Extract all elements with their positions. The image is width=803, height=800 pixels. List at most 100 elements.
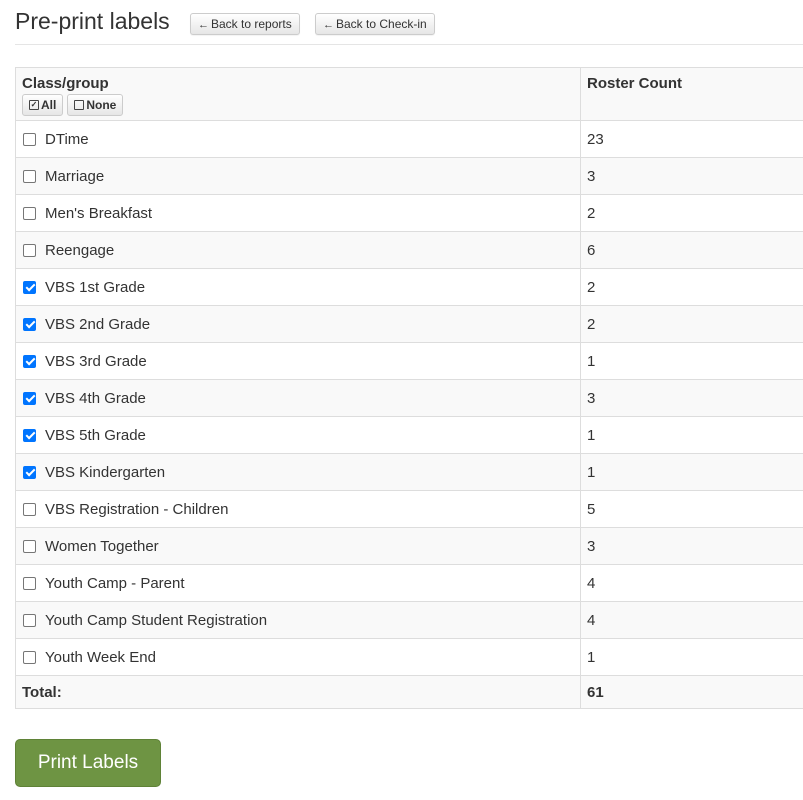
class-group-checkbox[interactable] (23, 465, 36, 479)
class-group-name: VBS 2nd Grade (45, 315, 151, 333)
select-none-label: None (86, 98, 117, 112)
roster-count-cell: 6 (580, 231, 803, 269)
class-group-cell: Youth Camp Student Registration (15, 601, 581, 639)
class-group-cell: Youth Week End (15, 638, 581, 676)
roster-count-cell: 1 (580, 416, 803, 454)
class-group-checkbox[interactable] (23, 206, 36, 220)
table-row: Youth Camp Student Registration 4 (15, 601, 803, 639)
table-row: Marriage 3 (15, 157, 803, 195)
class-group-cell: VBS 3rd Grade (15, 342, 581, 380)
back-to-reports-button[interactable]: ← Back to reports (190, 13, 300, 35)
select-none-button[interactable]: None (67, 94, 124, 116)
table-row: Youth Week End 1 (15, 638, 803, 676)
roster-count-cell: 4 (580, 601, 803, 639)
class-group-cell: VBS 2nd Grade (15, 305, 581, 343)
table-row: Reengage 6 (15, 231, 803, 269)
page-title: Pre-print labels (15, 8, 170, 34)
roster-count-cell: 2 (580, 268, 803, 306)
class-group-cell: VBS 1st Grade (15, 268, 581, 306)
class-group-option[interactable]: Men's Breakfast (22, 205, 574, 222)
class-group-name: VBS Registration - Children (45, 500, 229, 518)
table-row: VBS 4th Grade 3 (15, 379, 803, 417)
class-group-checkbox[interactable] (23, 243, 36, 257)
class-group-option[interactable]: Youth Camp Student Registration (22, 612, 574, 629)
roster-count-cell: 1 (580, 342, 803, 380)
class-group-checkbox[interactable] (23, 132, 36, 146)
arrow-left-icon: ← (198, 19, 209, 31)
class-group-checkbox[interactable] (23, 502, 36, 516)
table-header-row: Class/group ✓ All None Roster Count (15, 67, 803, 121)
column-header-roster-count: Roster Count (580, 67, 803, 121)
table-row: Men's Breakfast 2 (15, 194, 803, 232)
class-group-option[interactable]: VBS 4th Grade (22, 390, 574, 407)
class-group-checkbox[interactable] (23, 317, 36, 331)
class-group-option[interactable]: VBS Registration - Children (22, 501, 574, 518)
class-group-checkbox[interactable] (23, 354, 36, 368)
class-group-name: VBS 5th Grade (45, 426, 146, 444)
checked-square-icon: ✓ (29, 100, 39, 110)
class-group-cell: Marriage (15, 157, 581, 195)
class-group-option[interactable]: Women Together (22, 538, 574, 555)
class-group-option[interactable]: VBS 2nd Grade (22, 316, 574, 333)
class-group-cell: VBS 5th Grade (15, 416, 581, 454)
total-label: Total: (15, 675, 581, 709)
class-group-option[interactable]: Youth Week End (22, 649, 574, 666)
class-group-name: VBS 1st Grade (45, 278, 146, 296)
back-to-checkin-button[interactable]: ← Back to Check-in (315, 13, 435, 35)
roster-count-cell: 23 (580, 120, 803, 158)
class-group-option[interactable]: VBS 3rd Grade (22, 353, 574, 370)
class-group-name: Women Together (45, 537, 159, 555)
class-group-option[interactable]: DTime (22, 131, 574, 148)
class-group-name: VBS 3rd Grade (45, 352, 147, 370)
class-group-checkbox[interactable] (23, 169, 36, 183)
table-row: Women Together 3 (15, 527, 803, 565)
class-group-cell: VBS Kindergarten (15, 453, 581, 491)
class-group-option[interactable]: Reengage (22, 242, 574, 259)
table-row: Youth Camp - Parent 4 (15, 564, 803, 602)
total-value: 61 (580, 675, 803, 709)
selection-buttons: ✓ All None (22, 94, 574, 116)
class-group-name: Marriage (45, 167, 105, 185)
class-group-checkbox[interactable] (23, 576, 36, 590)
class-group-option[interactable]: Youth Camp - Parent (22, 575, 574, 592)
class-group-option[interactable]: VBS 5th Grade (22, 427, 574, 444)
empty-square-icon (74, 100, 85, 110)
table-row: VBS 2nd Grade 2 (15, 305, 803, 343)
class-group-option[interactable]: Marriage (22, 168, 574, 185)
roster-count-cell: 1 (580, 453, 803, 491)
class-group-name: Youth Camp - Parent (45, 574, 185, 592)
class-group-name: VBS Kindergarten (45, 463, 166, 481)
class-group-cell: Youth Camp - Parent (15, 564, 581, 602)
column-header-label: Class/group (22, 75, 109, 92)
class-group-checkbox[interactable] (23, 428, 36, 442)
table-row: VBS 5th Grade 1 (15, 416, 803, 454)
class-group-checkbox[interactable] (23, 613, 36, 627)
class-group-cell: Men's Breakfast (15, 194, 581, 232)
class-group-checkbox[interactable] (23, 650, 36, 664)
class-group-checkbox[interactable] (23, 539, 36, 553)
column-header-class-group: Class/group ✓ All None (15, 67, 581, 121)
class-group-option[interactable]: VBS Kindergarten (22, 464, 574, 481)
class-group-cell: DTime (15, 120, 581, 158)
class-group-name: Men's Breakfast (45, 204, 153, 222)
back-to-checkin-label: Back to Check-in (336, 17, 427, 31)
class-group-option[interactable]: VBS 1st Grade (22, 279, 574, 296)
select-all-button[interactable]: ✓ All (22, 94, 64, 116)
class-group-name: VBS 4th Grade (45, 389, 146, 407)
roster-count-cell: 1 (580, 638, 803, 676)
roster-count-cell: 2 (580, 305, 803, 343)
select-all-label: All (41, 98, 57, 112)
arrow-left-icon: ← (323, 19, 334, 31)
class-group-table: Class/group ✓ All None Roster Count DTim… (15, 67, 803, 709)
class-group-cell: VBS 4th Grade (15, 379, 581, 417)
table-row: VBS 3rd Grade 1 (15, 342, 803, 380)
back-to-reports-label: Back to reports (211, 17, 292, 31)
roster-count-cell: 5 (580, 490, 803, 528)
page-header: Pre-print labels ← Back to reports ← Back … (15, 0, 803, 45)
table-row: DTime 23 (15, 120, 803, 158)
class-group-checkbox[interactable] (23, 391, 36, 405)
class-group-checkbox[interactable] (23, 280, 36, 294)
print-labels-button[interactable]: Print Labels (15, 739, 161, 787)
roster-count-cell: 4 (580, 564, 803, 602)
roster-count-cell: 3 (580, 157, 803, 195)
